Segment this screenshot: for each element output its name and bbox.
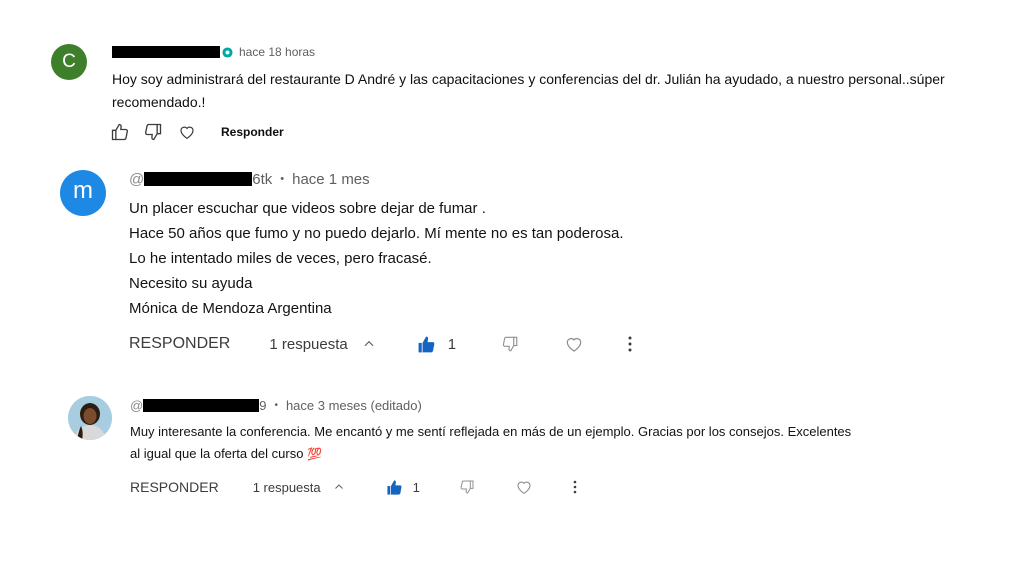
dislike-button[interactable] [500,334,520,354]
comment-line: Necesito su ayuda [129,275,253,292]
comment-header: @ 6tk • hace 1 mes [129,169,370,189]
heart-button[interactable] [514,477,534,497]
reply-button[interactable]: RESPONDER [130,479,219,495]
like-count: 1 [412,479,420,495]
replies-count: 1 respuesta [252,479,321,495]
heart-button[interactable] [563,333,585,355]
avatar[interactable] [68,396,112,440]
comment-time[interactable]: hace 1 mes [292,171,370,188]
comment-time[interactable]: hace 3 meses (editado) [286,398,422,413]
replies-toggle[interactable]: 1 respuesta [269,336,375,353]
comment-header: hace 18 horas [112,44,315,60]
handle-prefix[interactable]: @ [129,171,144,188]
more-vert-icon [573,480,577,494]
thumbs-down-icon [144,123,162,141]
comment-text: Muy interesante la conferencia. Me encan… [130,421,851,465]
dislike-button[interactable] [458,478,476,496]
separator-dot: • [280,173,285,185]
thumbs-up-icon [387,479,402,495]
hundred-emoji: 💯 [307,447,323,461]
comment-line: Un placer escuchar que videos sobre deja… [129,200,486,217]
comment-actions: RESPONDER 1 respuesta 1 [129,331,635,357]
heart-icon [180,126,194,140]
comment-line: Hace 50 años que fumo y no puedo dejarlo… [129,225,624,242]
redacted-username[interactable] [112,46,220,58]
avatar-letter: C [62,51,76,72]
comment-header: @ 9 • hace 3 meses (editado) [130,396,422,414]
separator-dot: • [274,399,278,411]
comment-actions: Responder [108,120,284,144]
verified-icon [222,46,233,58]
avatar-photo [68,396,112,440]
redacted-username[interactable] [144,172,253,186]
avatar[interactable]: m [60,170,106,216]
more-vert-icon [628,336,632,352]
comment-time[interactable]: hace 18 horas [239,45,315,59]
handle-suffix[interactable]: 9 [259,398,266,413]
heart-icon [517,481,531,495]
heart-button[interactable] [175,120,199,144]
comment-text: Un placer escuchar que videos sobre deja… [129,196,624,321]
replies-toggle[interactable]: 1 respuesta [253,480,345,495]
comment-line-with-emoji: al igual que la oferta del curso 💯 [130,443,851,465]
like-count: 1 [447,335,457,353]
more-options-button[interactable] [570,477,580,497]
comment-line: Muy interesante la conferencia. Me encan… [130,424,852,439]
handle-prefix[interactable]: @ [130,398,143,413]
avatar-letter: m [73,177,93,204]
reply-button[interactable]: Responder [221,125,284,139]
like-button[interactable] [386,478,404,496]
comment-line: al igual que la oferta del curso [130,446,304,461]
thumbs-down-icon [502,336,518,352]
replies-count: 1 respuesta [269,335,348,353]
comment-text: Hoy soy administrará del restaurante D A… [112,68,945,114]
thumbs-up-icon [418,336,435,352]
avatar[interactable]: C [51,44,87,80]
heart-icon [566,337,582,352]
redacted-username[interactable] [143,398,260,412]
comment-line: recomendado.! [112,94,206,110]
dislike-button[interactable] [141,120,165,144]
like-button[interactable] [417,334,437,354]
more-options-button[interactable] [625,333,635,355]
like-button[interactable] [108,120,132,144]
comment-line: Mónica de Mendoza Argentina [129,300,332,317]
chevron-up-icon [364,340,374,347]
comment-line: Lo he intentado miles de veces, pero fra… [129,250,432,267]
comment-line: Hoy soy administrará del restaurante D A… [112,71,945,87]
thumbs-up-icon [111,123,129,141]
comment-actions: RESPONDER 1 respuesta 1 [130,476,580,498]
reply-button[interactable]: RESPONDER [129,335,230,353]
thumbs-down-icon [460,480,474,494]
handle-suffix[interactable]: 6tk [252,171,272,188]
chevron-up-icon [334,484,343,489]
